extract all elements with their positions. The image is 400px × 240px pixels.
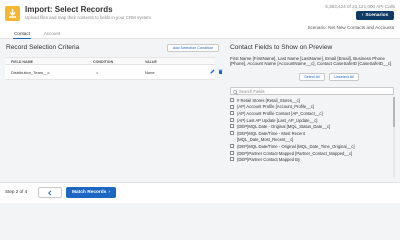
field-checkbox[interactable] bbox=[230, 157, 234, 162]
chevron-right-icon: › bbox=[108, 190, 110, 195]
field-label: (DEP)MQL Date/Time - Original [MQL_Date_… bbox=[237, 143, 355, 149]
field-label: (AP) Account Profile Contact [AP_Contact… bbox=[237, 110, 323, 116]
list-item[interactable]: (DEP)MQL Date - Original [MQL_Status_Dat… bbox=[230, 123, 394, 130]
field-label: (DEP)MQL Date/Time - Most Recent bbox=[237, 130, 305, 136]
page-title: Import: Select Records bbox=[25, 5, 113, 14]
field-list: # Retail Stores [Retail_Stores__c] (AP) … bbox=[230, 97, 394, 177]
chevron-left-icon: ‹ bbox=[361, 13, 364, 18]
edit-icon[interactable] bbox=[210, 69, 215, 74]
list-item[interactable]: (DEP)MQL Date/Time - Most Recent bbox=[230, 130, 394, 137]
list-item[interactable]: (DEP)Partner Contact Mapped [Partner_Con… bbox=[230, 150, 394, 157]
field-label: (DEP)Partner Contact Mapped [Partner_Con… bbox=[237, 150, 353, 156]
search-fields-input[interactable]: Search Fields bbox=[230, 87, 394, 95]
list-item-continuation: [MQL_Date_Most_Recent__c] bbox=[230, 137, 394, 144]
api-calls-counter: 5,383,424 of 23,121,000 API Calls bbox=[325, 4, 395, 9]
table-row: Distribution_Team__c = None bbox=[5, 65, 223, 80]
add-selection-condition-button[interactable]: Add Selection Condition bbox=[167, 44, 219, 52]
match-records-button[interactable]: Match Records › bbox=[66, 187, 116, 198]
import-logo-icon bbox=[5, 6, 20, 21]
tab-contact[interactable]: Contact bbox=[13, 31, 31, 39]
column-header-field-name: FIELD NAME bbox=[11, 59, 33, 64]
field-checkbox[interactable] bbox=[230, 130, 234, 135]
search-icon bbox=[233, 89, 238, 95]
field-checkbox[interactable] bbox=[230, 144, 234, 149]
criteria-table-header: FIELD NAME CONDITION VALUE bbox=[5, 57, 215, 65]
chevron-left-icon bbox=[48, 190, 52, 195]
preview-selected-fields: First Name [FirstName], Last Name [LastN… bbox=[230, 56, 392, 67]
field-label: [MQL_Date_Most_Recent__c] bbox=[237, 137, 294, 143]
field-checkbox[interactable] bbox=[230, 124, 234, 129]
field-label: # Retail Stores [Retail_Stores__c] bbox=[237, 97, 300, 103]
footer-bar: Step 2 of 4 Match Records › bbox=[0, 182, 400, 203]
field-list-scroll-thumb[interactable] bbox=[393, 97, 395, 127]
list-item[interactable]: # Retail Stores [Retail_Stores__c] bbox=[230, 97, 394, 104]
field-checkbox[interactable] bbox=[230, 104, 234, 109]
criteria-title: Record Selection Criteria bbox=[6, 44, 80, 51]
field-checkbox[interactable] bbox=[230, 150, 234, 155]
field-checkbox[interactable] bbox=[230, 117, 234, 122]
row-value: None bbox=[145, 69, 155, 75]
field-checkbox[interactable] bbox=[230, 98, 234, 102]
field-label: (AP) Account Profile [Account_Profile__c… bbox=[237, 104, 315, 110]
search-placeholder: Search Fields bbox=[239, 89, 265, 95]
step-indicator: Step 2 of 4 bbox=[5, 189, 28, 194]
select-all-button[interactable]: Select All bbox=[299, 73, 325, 81]
field-checkbox[interactable] bbox=[230, 111, 234, 116]
list-item[interactable]: (DEP)MQL Date/Time - Original [MQL_Date_… bbox=[230, 143, 394, 150]
back-button[interactable] bbox=[38, 187, 62, 198]
column-header-value: VALUE bbox=[145, 59, 157, 64]
list-item[interactable]: (AP) Last AP Update [Last_AP_Update__c] bbox=[230, 117, 394, 124]
column-header-condition: CONDITION bbox=[93, 59, 114, 64]
scenario-label: Scenario: Net New Contacts and Accounts bbox=[307, 25, 394, 30]
scenarios-button-label: Scenarios bbox=[365, 13, 389, 18]
tab-account[interactable]: Account bbox=[43, 31, 61, 38]
page-subtitle: Upload files and map their contents to f… bbox=[25, 15, 151, 20]
row-condition: = bbox=[96, 69, 99, 75]
list-item[interactable]: (AP) Account Profile [Account_Profile__c… bbox=[230, 104, 394, 111]
preview-title: Contact Fields to Show on Preview bbox=[230, 44, 333, 51]
scenarios-button[interactable]: ‹ Scenarios bbox=[356, 11, 394, 20]
delete-icon[interactable] bbox=[218, 69, 223, 74]
field-label: (DEP)MQL Date - Original [MQL_Status_Dat… bbox=[237, 124, 331, 130]
match-records-label: Match Records bbox=[72, 190, 107, 195]
list-item[interactable]: (AP) Account Profile Contact [AP_Contact… bbox=[230, 110, 394, 117]
field-label: (AP) Last AP Update [Last_AP_Update__c] bbox=[237, 117, 318, 123]
unselect-all-button[interactable]: Unselect All bbox=[329, 73, 359, 81]
list-item[interactable]: (DEP)Partner Contact Mapped By bbox=[230, 156, 394, 163]
row-field-name: Distribution_Team__c bbox=[11, 69, 50, 75]
field-label: (DEP)Partner Contact Mapped By bbox=[237, 157, 301, 163]
